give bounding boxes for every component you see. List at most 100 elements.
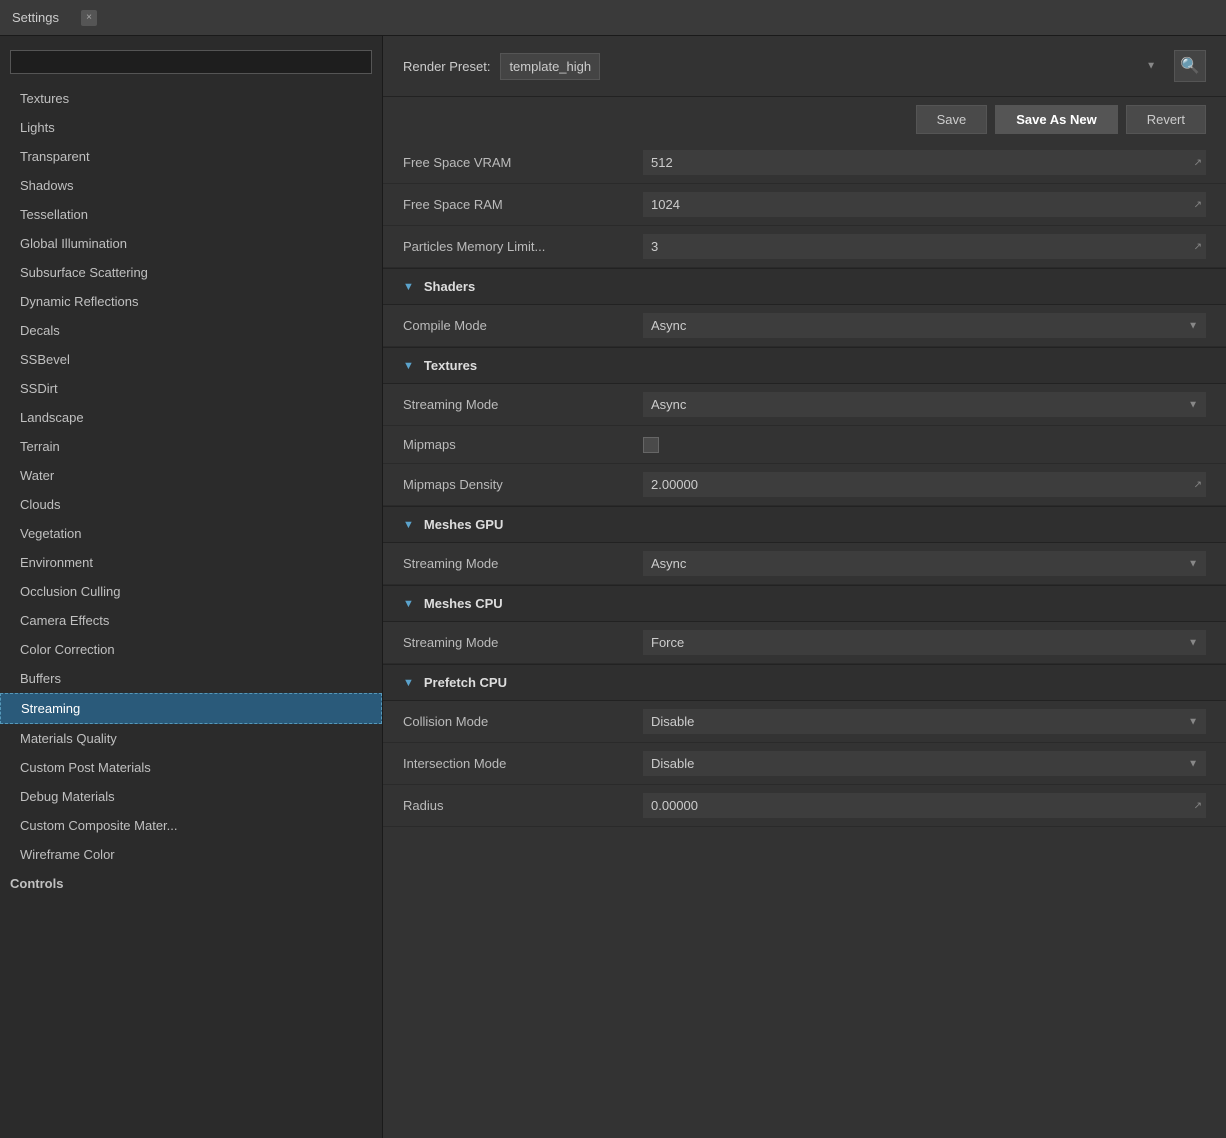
sidebar-item-decals[interactable]: Decals bbox=[0, 316, 382, 345]
titlebar: Settings × bbox=[0, 0, 1226, 36]
sidebar-item-water[interactable]: Water bbox=[0, 461, 382, 490]
sidebar: Textures Lights Transparent Shadows Tess… bbox=[0, 36, 383, 1138]
prefetch-cpu-section-header[interactable]: ▼ Prefetch CPU bbox=[383, 664, 1226, 701]
prefetch-radius-row: Radius ↗ bbox=[383, 785, 1226, 827]
shaders-section-title: Shaders bbox=[424, 279, 475, 294]
settings-window: Settings × Textures Lights Transparent S… bbox=[0, 0, 1226, 1138]
sidebar-item-transparent[interactable]: Transparent bbox=[0, 142, 382, 171]
prefetch-cpu-section-title: Prefetch CPU bbox=[424, 675, 507, 690]
prefetch-radius-input[interactable] bbox=[643, 793, 1206, 818]
sidebar-search-input[interactable] bbox=[10, 50, 372, 74]
sidebar-item-streaming[interactable]: Streaming bbox=[0, 693, 382, 724]
textures-mipmaps-density-row: Mipmaps Density ↗ bbox=[383, 464, 1226, 506]
sidebar-item-vegetation[interactable]: Vegetation bbox=[0, 519, 382, 548]
shaders-compile-mode-wrap: Async Sync Force bbox=[643, 313, 1206, 338]
prefetch-collision-mode-label: Collision Mode bbox=[403, 714, 643, 729]
meshes-cpu-streaming-mode-row: Streaming Mode Async Sync Force Disable bbox=[383, 622, 1226, 664]
sidebar-item-buffers[interactable]: Buffers bbox=[0, 664, 382, 693]
free-space-ram-label: Free Space RAM bbox=[403, 197, 643, 212]
sidebar-item-clouds[interactable]: Clouds bbox=[0, 490, 382, 519]
meshes-cpu-collapse-icon: ▼ bbox=[403, 598, 414, 610]
sidebar-section-controls[interactable]: Controls bbox=[0, 869, 382, 898]
free-space-ram-value-wrap: ↗ bbox=[643, 192, 1206, 217]
free-space-ram-row: Free Space RAM ↗ bbox=[383, 184, 1226, 226]
sidebar-item-landscape[interactable]: Landscape bbox=[0, 403, 382, 432]
shaders-compile-mode-dropdown[interactable]: Async Sync Force bbox=[643, 313, 1206, 338]
sidebar-item-debug-materials[interactable]: Debug Materials bbox=[0, 782, 382, 811]
sidebar-item-terrain[interactable]: Terrain bbox=[0, 432, 382, 461]
textures-section-title: Textures bbox=[424, 358, 477, 373]
sidebar-item-environment[interactable]: Environment bbox=[0, 548, 382, 577]
sidebar-item-ssdirt[interactable]: SSDirt bbox=[0, 374, 382, 403]
sidebar-item-global-illumination[interactable]: Global Illumination bbox=[0, 229, 382, 258]
sidebar-item-dynamic-reflections[interactable]: Dynamic Reflections bbox=[0, 287, 382, 316]
sidebar-item-textures[interactable]: Textures bbox=[0, 84, 382, 113]
prefetch-collision-mode-wrap: Disable Enable Force bbox=[643, 709, 1206, 734]
free-space-vram-input[interactable] bbox=[643, 150, 1206, 175]
meshes-cpu-streaming-mode-wrap: Async Sync Force Disable bbox=[643, 630, 1206, 655]
sidebar-item-custom-post-materials[interactable]: Custom Post Materials bbox=[0, 753, 382, 782]
action-bar: Save Save As New Revert bbox=[383, 97, 1226, 142]
textures-mipmaps-density-input[interactable] bbox=[643, 472, 1206, 497]
prefetch-intersection-mode-row: Intersection Mode Disable Enable Force bbox=[383, 743, 1226, 785]
textures-mipmaps-label: Mipmaps bbox=[403, 437, 643, 452]
particles-memory-label: Particles Memory Limit... bbox=[403, 239, 643, 254]
sidebar-item-custom-composite[interactable]: Custom Composite Mater... bbox=[0, 811, 382, 840]
meshes-cpu-streaming-mode-label: Streaming Mode bbox=[403, 635, 643, 650]
textures-streaming-mode-row: Streaming Mode Async Sync Force Disable bbox=[383, 384, 1226, 426]
save-as-new-button[interactable]: Save As New bbox=[995, 105, 1117, 134]
meshes-gpu-collapse-icon: ▼ bbox=[403, 519, 414, 531]
sidebar-item-occlusion-culling[interactable]: Occlusion Culling bbox=[0, 577, 382, 606]
sidebar-item-lights[interactable]: Lights bbox=[0, 113, 382, 142]
particles-memory-value-wrap: ↗ bbox=[643, 234, 1206, 259]
meshes-gpu-section-header[interactable]: ▼ Meshes GPU bbox=[383, 506, 1226, 543]
textures-mipmaps-checkbox[interactable] bbox=[643, 437, 659, 453]
prefetch-radius-label: Radius bbox=[403, 798, 643, 813]
meshes-gpu-streaming-mode-row: Streaming Mode Async Sync Force Disable bbox=[383, 543, 1226, 585]
free-space-vram-value-wrap: ↗ bbox=[643, 150, 1206, 175]
prefetch-collision-mode-dropdown[interactable]: Disable Enable Force bbox=[643, 709, 1206, 734]
textures-collapse-icon: ▼ bbox=[403, 360, 414, 372]
right-panel: Render Preset: template_high 🔍 Save Save… bbox=[383, 36, 1226, 1138]
preset-dropdown[interactable]: template_high bbox=[500, 53, 600, 80]
sidebar-item-wireframe-color[interactable]: Wireframe Color bbox=[0, 840, 382, 869]
search-icon-button[interactable]: 🔍 bbox=[1174, 50, 1206, 82]
sidebar-item-color-correction[interactable]: Color Correction bbox=[0, 635, 382, 664]
search-icon: 🔍 bbox=[1180, 56, 1200, 76]
textures-mipmaps-density-label: Mipmaps Density bbox=[403, 477, 643, 492]
preset-label: Render Preset: bbox=[403, 59, 490, 74]
sidebar-search-area bbox=[0, 44, 382, 80]
window-title: Settings bbox=[12, 10, 59, 25]
prefetch-intersection-mode-wrap: Disable Enable Force bbox=[643, 751, 1206, 776]
sidebar-item-shadows[interactable]: Shadows bbox=[0, 171, 382, 200]
shaders-section-header[interactable]: ▼ Shaders bbox=[383, 268, 1226, 305]
meshes-cpu-section-header[interactable]: ▼ Meshes CPU bbox=[383, 585, 1226, 622]
meshes-gpu-section-title: Meshes GPU bbox=[424, 517, 503, 532]
sidebar-item-materials-quality[interactable]: Materials Quality bbox=[0, 724, 382, 753]
textures-streaming-mode-wrap: Async Sync Force Disable bbox=[643, 392, 1206, 417]
revert-button[interactable]: Revert bbox=[1126, 105, 1206, 134]
meshes-gpu-streaming-mode-dropdown[interactable]: Async Sync Force Disable bbox=[643, 551, 1206, 576]
close-button[interactable]: × bbox=[81, 10, 97, 26]
prefetch-cpu-collapse-icon: ▼ bbox=[403, 677, 414, 689]
sidebar-item-subsurface-scattering[interactable]: Subsurface Scattering bbox=[0, 258, 382, 287]
textures-streaming-mode-dropdown[interactable]: Async Sync Force Disable bbox=[643, 392, 1206, 417]
textures-section-header[interactable]: ▼ Textures bbox=[383, 347, 1226, 384]
prefetch-intersection-mode-dropdown[interactable]: Disable Enable Force bbox=[643, 751, 1206, 776]
textures-mipmaps-row: Mipmaps bbox=[383, 426, 1226, 464]
prefetch-collision-mode-row: Collision Mode Disable Enable Force bbox=[383, 701, 1226, 743]
preset-bar: Render Preset: template_high 🔍 bbox=[383, 36, 1226, 97]
sidebar-item-tessellation[interactable]: Tessellation bbox=[0, 200, 382, 229]
meshes-cpu-streaming-mode-dropdown[interactable]: Async Sync Force Disable bbox=[643, 630, 1206, 655]
particles-memory-input[interactable] bbox=[643, 234, 1206, 259]
save-button[interactable]: Save bbox=[916, 105, 988, 134]
sidebar-item-camera-effects[interactable]: Camera Effects bbox=[0, 606, 382, 635]
sidebar-item-ssbevel[interactable]: SSBevel bbox=[0, 345, 382, 374]
free-space-vram-label: Free Space VRAM bbox=[403, 155, 643, 170]
meshes-gpu-streaming-mode-wrap: Async Sync Force Disable bbox=[643, 551, 1206, 576]
shaders-compile-mode-label: Compile Mode bbox=[403, 318, 643, 333]
textures-mipmaps-value bbox=[643, 437, 1206, 453]
preset-dropdown-wrap: template_high bbox=[500, 53, 1164, 80]
free-space-vram-row: Free Space VRAM ↗ bbox=[383, 142, 1226, 184]
free-space-ram-input[interactable] bbox=[643, 192, 1206, 217]
